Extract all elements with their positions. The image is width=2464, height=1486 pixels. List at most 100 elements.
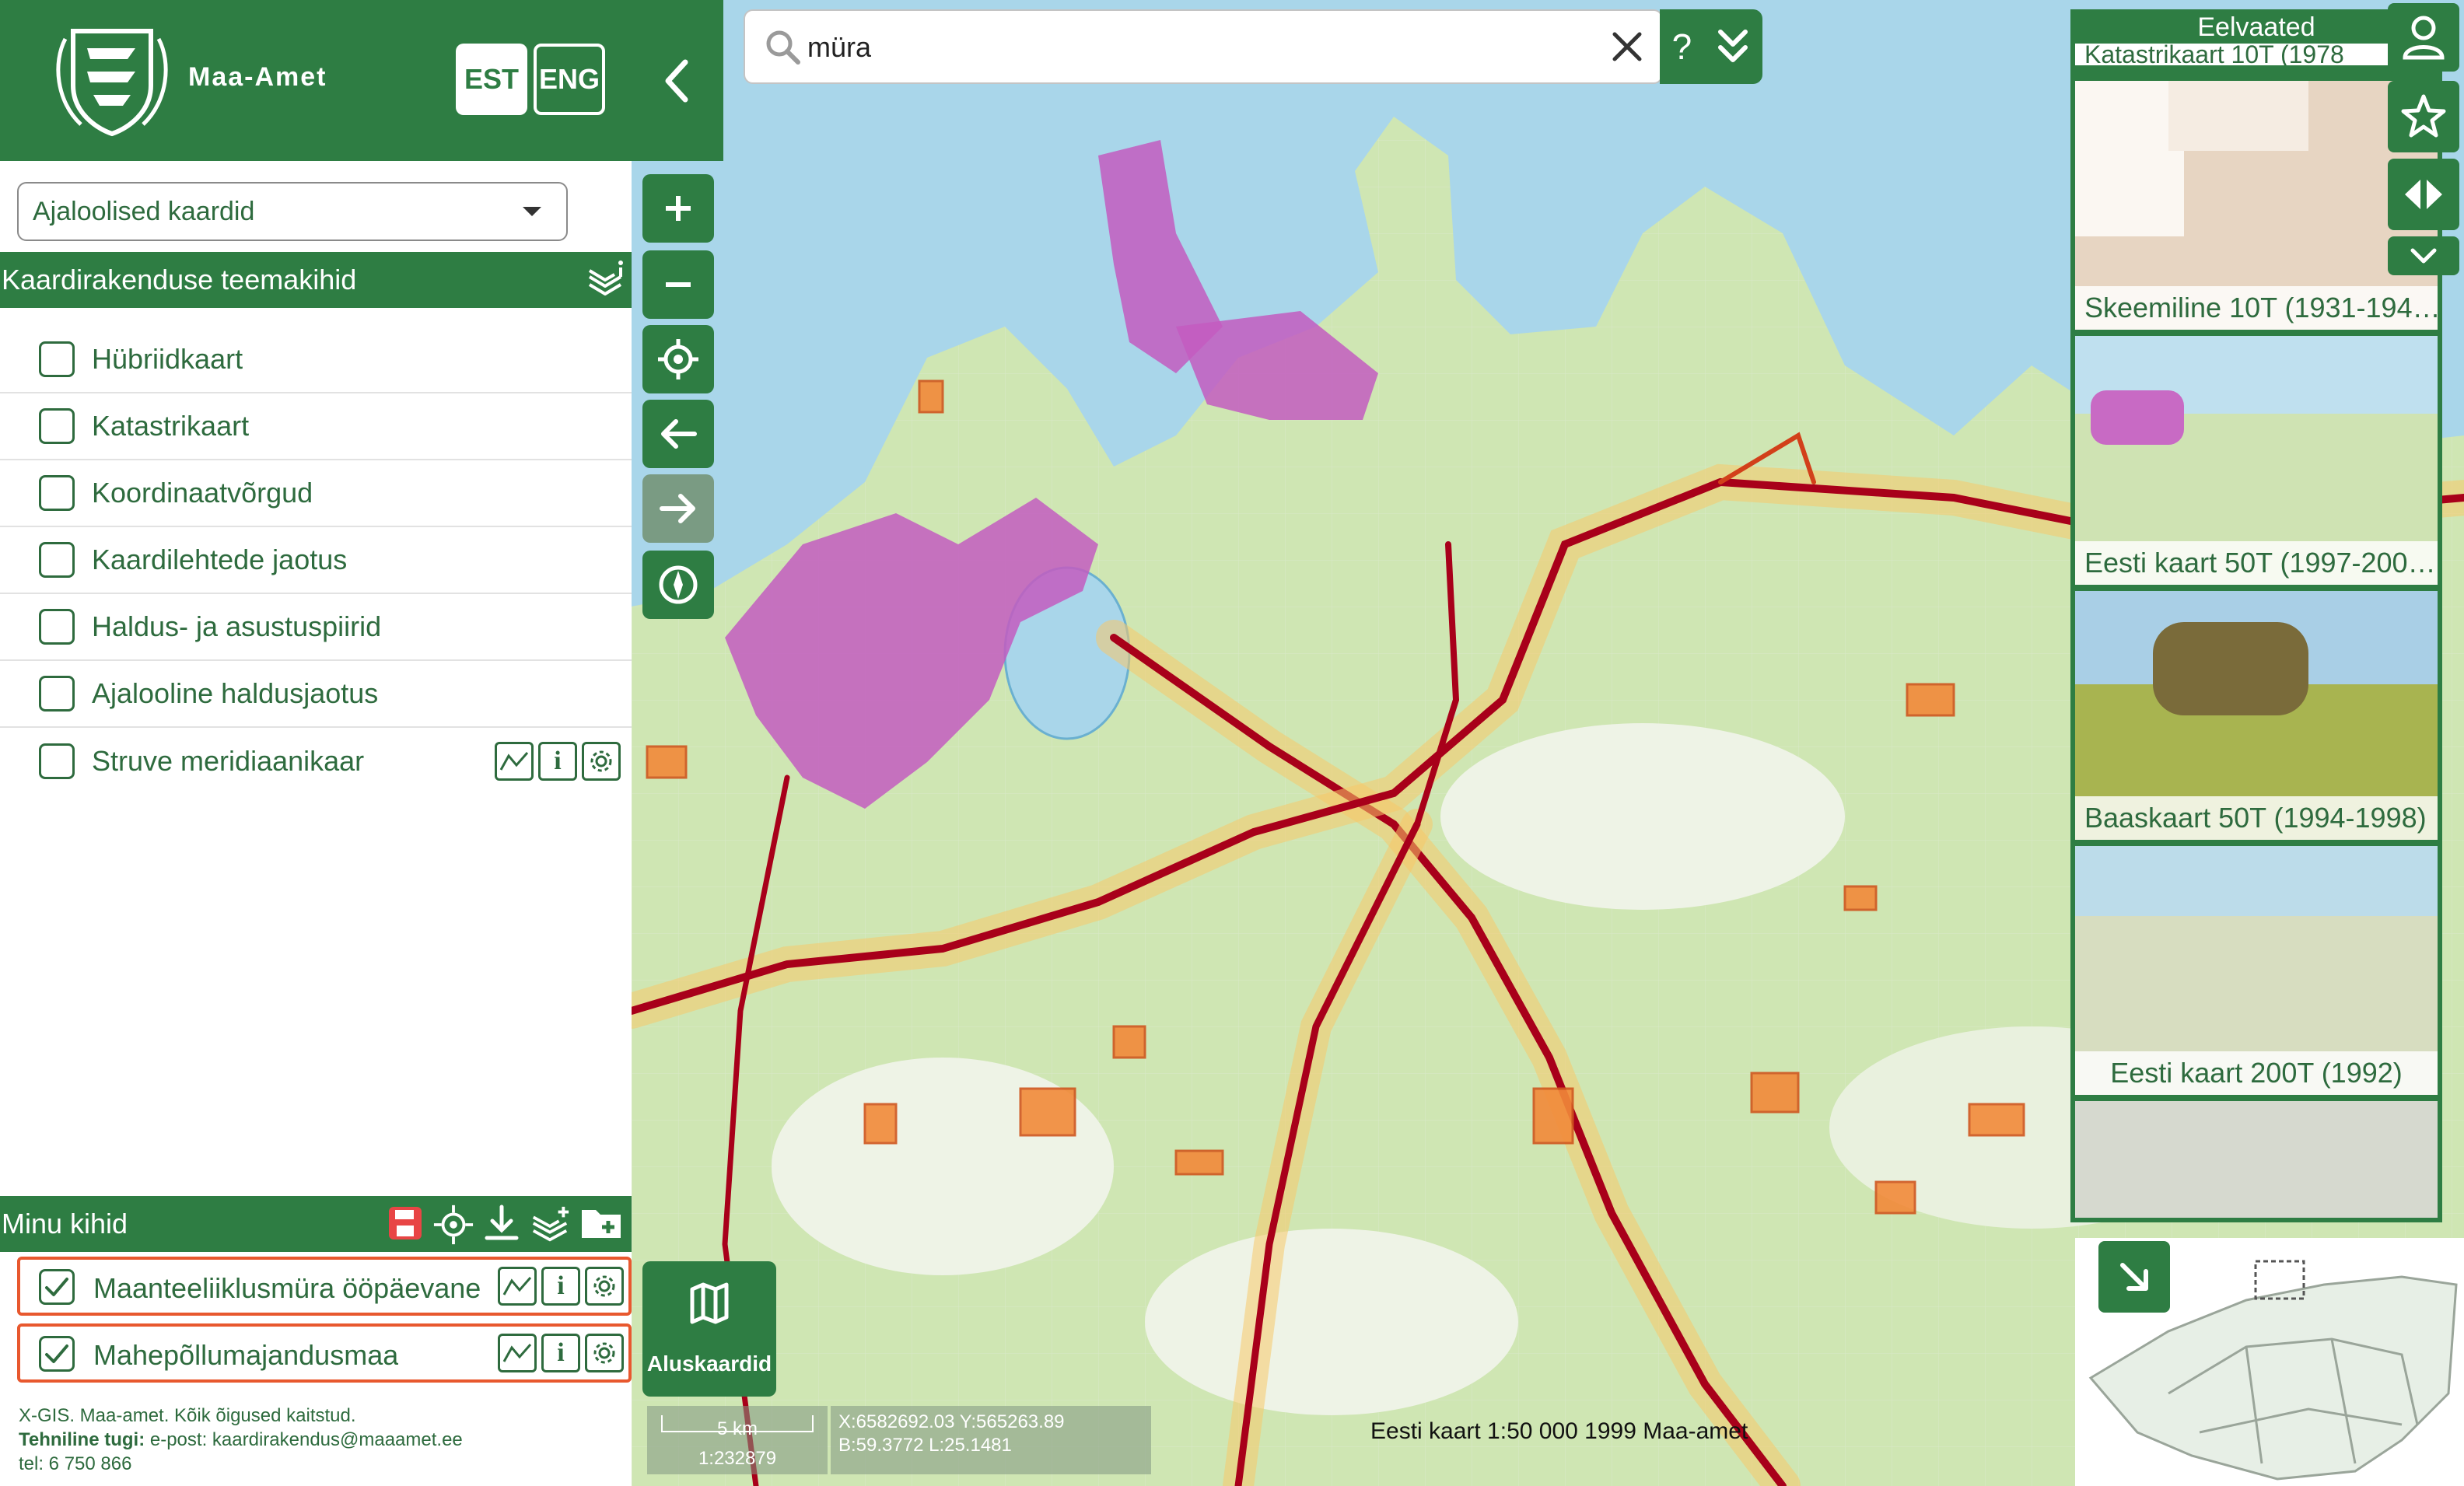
info-icon[interactable]: i: [538, 742, 577, 781]
preview-eesti-200t[interactable]: Eesti kaart 200T (1992): [2075, 846, 2438, 1095]
star-icon: [2401, 94, 2446, 138]
layer-row-ajalooline-haldusjaotus[interactable]: Ajalooline haldusjaotus: [0, 661, 632, 728]
preview-label: Skeemiline 10T (1931-194…: [2075, 286, 2438, 330]
layer-checkbox[interactable]: [39, 475, 75, 511]
layer-row-haldus-asustuspiirid[interactable]: Haldus- ja asustuspiirid: [0, 594, 632, 661]
coords-bl: B:59.3772 L:25.1481: [838, 1435, 1012, 1456]
layer-checkbox[interactable]: [39, 676, 75, 712]
layer-label: Katastrikaart: [92, 410, 250, 442]
layer-label: Maanteeliiklusmüra ööpäevane: [93, 1272, 481, 1304]
scale-bar: 5 km 1:232879: [647, 1406, 828, 1474]
download-icon[interactable]: [482, 1204, 521, 1243]
minus-icon: [666, 282, 691, 287]
layer-checkbox[interactable]: [39, 542, 75, 578]
search-options: ?: [1660, 9, 1762, 84]
layers-info-icon[interactable]: [583, 258, 627, 302]
layer-checkbox[interactable]: [39, 743, 75, 779]
settings-gear-icon[interactable]: [582, 742, 621, 781]
my-layer-checkbox[interactable]: [39, 1336, 75, 1372]
my-layer-row-organic-farmland[interactable]: Mahepõllumajandusmaa i: [17, 1323, 632, 1383]
compare-button[interactable]: [2388, 159, 2459, 230]
layer-row-katastrikaart[interactable]: Katastrikaart: [0, 393, 632, 460]
layer-row-hybrid[interactable]: Hübriidkaart: [0, 327, 632, 393]
footer-copyright: X-GIS. Maa-amet. Kõik õigused kaitstud.: [19, 1405, 356, 1426]
zoom-out-button[interactable]: [642, 250, 714, 319]
map-attribution: Eesti kaart 1:50 000 1999 Maa-amet: [1370, 1418, 1748, 1444]
preview-next[interactable]: [2075, 1101, 2438, 1218]
preview-baaskaart[interactable]: Baaskaart 50T (1994-1998): [2075, 591, 2438, 840]
settings-gear-icon[interactable]: [585, 1334, 624, 1372]
basemaps-label: Aluskaardid: [646, 1351, 772, 1376]
layer-checkbox[interactable]: [39, 408, 75, 444]
preview-label: Eesti kaart 50T (1997-200…: [2075, 541, 2438, 585]
left-panel: Maa-Amet EST ENG Ajaloolised kaardid Kaa…: [0, 0, 632, 1486]
map-icon: [690, 1282, 729, 1324]
layer-label: Kaardilehtede jaotus: [92, 544, 348, 575]
preview-label: Katastrikaart 10T (1978: [2075, 44, 2438, 65]
add-layer-icon[interactable]: [529, 1204, 571, 1246]
lang-eng-button[interactable]: ENG: [534, 44, 605, 115]
layer-label: Haldus- ja asustuspiirid: [92, 610, 382, 642]
favorites-button[interactable]: [2388, 81, 2459, 152]
preview-skeemiline[interactable]: Skeemiline 10T (1931-194…: [2075, 81, 2438, 330]
theme-layers-header: Kaardirakenduse teemakihid: [0, 252, 632, 308]
my-layers-header: Minu kihid: [0, 1196, 632, 1252]
previews-toggle-button[interactable]: [2388, 236, 2459, 275]
swap-horizontal-icon: [2405, 180, 2442, 209]
scale-ratio: 1:232879: [698, 1448, 777, 1469]
caret-down-icon: [523, 207, 541, 216]
legend-icon[interactable]: [495, 742, 534, 781]
save-icon[interactable]: [386, 1204, 425, 1243]
info-icon[interactable]: i: [541, 1334, 580, 1372]
locate-button[interactable]: [642, 325, 714, 393]
layer-label: Struve meridiaanikaar: [92, 745, 365, 777]
double-chevron-down-icon[interactable]: [1716, 27, 1750, 66]
layer-row-kaardilehtede-jaotus[interactable]: Kaardilehtede jaotus: [0, 527, 632, 594]
coat-of-arms-logo[interactable]: [50, 16, 174, 142]
layer-row-struve[interactable]: Struve meridiaanikaar i: [0, 728, 632, 795]
layer-row-koordinaatvorgud[interactable]: Koordinaatvõrgud: [0, 460, 632, 527]
checkmark-icon: [45, 1278, 68, 1296]
compass-button[interactable]: [642, 551, 714, 619]
add-folder-icon[interactable]: [579, 1204, 624, 1243]
legend-icon[interactable]: [498, 1267, 537, 1306]
layer-label: Mahepõllumajandusmaa: [93, 1339, 399, 1371]
coords-xy: X:6582692.03 Y:565263.89: [838, 1411, 1065, 1432]
footer-support-email[interactable]: e-post: kaardirakendus@maaamet.ee: [145, 1429, 463, 1450]
info-icon[interactable]: i: [541, 1267, 580, 1306]
search-box[interactable]: [744, 9, 1663, 84]
user-button[interactable]: [2388, 3, 2459, 72]
settings-gear-icon[interactable]: [585, 1267, 624, 1306]
layer-checkbox[interactable]: [39, 341, 75, 377]
crosshair-icon: [658, 339, 698, 379]
lang-est-button[interactable]: EST: [456, 44, 527, 115]
search-help-button[interactable]: ?: [1672, 26, 1692, 68]
back-button[interactable]: [642, 400, 714, 468]
overview-toggle-button[interactable]: [2098, 1241, 2170, 1313]
previews-panel: Eelvaated Katastrikaart 10T (1978 Skeemi…: [2070, 9, 2442, 1222]
user-icon: [2403, 16, 2445, 60]
search-input[interactable]: [807, 25, 1554, 70]
preview-eesti-50t[interactable]: Eesti kaart 50T (1997-200…: [2075, 336, 2438, 585]
basemaps-button[interactable]: Aluskaardid: [642, 1261, 776, 1397]
zoom-in-button[interactable]: [642, 174, 714, 243]
arrow-left-icon: [661, 419, 697, 449]
collapse-sidebar-button[interactable]: [632, 0, 723, 161]
layer-label: Ajalooline haldusjaotus: [92, 677, 379, 709]
layer-checkbox[interactable]: [39, 609, 75, 645]
preview-katastrikaart[interactable]: Katastrikaart 10T (1978: [2075, 44, 2438, 65]
plus-icon: [666, 196, 691, 221]
checkmark-icon: [45, 1344, 68, 1363]
scale-distance: 5 km: [716, 1418, 758, 1439]
my-layer-row-traffic-noise[interactable]: Maanteeliiklusmüra ööpäevane i: [17, 1257, 632, 1316]
arrow-right-icon: [660, 494, 695, 523]
clear-search-icon[interactable]: [1610, 30, 1644, 64]
layer-label: Hübriidkaart: [92, 343, 243, 375]
my-layer-checkbox[interactable]: [39, 1269, 75, 1305]
forward-button[interactable]: [642, 474, 714, 543]
chevron-left-icon: [665, 59, 688, 102]
theme-select[interactable]: Ajaloolised kaardid: [17, 182, 568, 241]
legend-icon[interactable]: [498, 1334, 537, 1372]
locate-layer-icon[interactable]: [432, 1204, 474, 1246]
preview-label: Eesti kaart 200T (1992): [2075, 1051, 2438, 1095]
